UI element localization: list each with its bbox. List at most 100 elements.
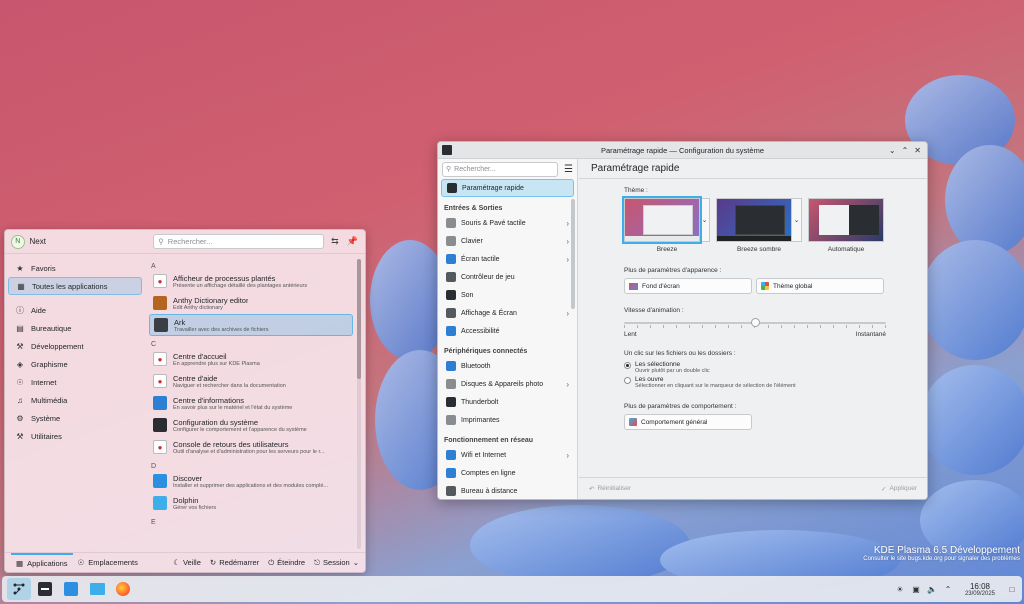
disk-icon	[446, 379, 456, 389]
app-item[interactable]: ● Afficheur de processus plantés Présente …	[149, 270, 353, 292]
app-item[interactable]: Dolphin Gérer vos fichiers	[149, 492, 353, 514]
category-item[interactable]: ⚒ Utilitaires	[8, 427, 142, 445]
sidebar-item[interactable]: Écran tactile ›	[441, 250, 574, 268]
sidebar-item[interactable]: Comptes en ligne	[441, 464, 574, 482]
settings-search-input[interactable]: ⚲ Rechercher...	[442, 161, 559, 177]
launcher-button[interactable]	[7, 578, 31, 600]
shutdown-button[interactable]: ⏻ Éteindre	[268, 558, 305, 568]
sidebar-item[interactable]: Accessibilité	[441, 322, 574, 340]
category-label: Internet	[31, 377, 57, 387]
slider-tick	[715, 325, 717, 328]
sidebar-item-label: Thunderbolt	[461, 398, 499, 406]
wallpaper-button[interactable]: Fond d'écran	[624, 278, 752, 294]
hamburger-menu-icon[interactable]: ☰	[564, 164, 573, 175]
slider-tick	[871, 325, 873, 328]
window-titlebar[interactable]: Paramétrage rapide — Configuration du sy…	[438, 142, 927, 159]
sidebar-item[interactable]: Bureau à distance	[441, 482, 574, 499]
close-icon[interactable]: ✕	[914, 146, 921, 155]
pin-icon[interactable]: 📌	[346, 235, 359, 249]
category-item[interactable]: ☉ Internet	[8, 373, 142, 391]
sidebar-item[interactable]: Affichage & Écran ›	[441, 304, 574, 322]
chevron-down-icon[interactable]: ⌄	[700, 198, 710, 242]
click-option[interactable]: Les sélectionne Ouvrir plutôt par un doub…	[624, 361, 886, 374]
click-option[interactable]: Les ouvre Sélectionner en cliquant sur le…	[624, 376, 886, 389]
sidebar-item[interactable]: Disques & Appareils photo ›	[441, 375, 574, 393]
sidebar-item[interactable]: Bluetooth	[441, 357, 574, 375]
display-icon[interactable]: ▣	[911, 584, 921, 594]
sidebar-item[interactable]: Contrôleur de jeu	[441, 268, 574, 286]
category-item[interactable]: ⓘ Aide	[8, 301, 142, 319]
apply-button[interactable]: ✓ Appliquer	[877, 485, 921, 493]
radio-button[interactable]	[624, 377, 631, 384]
session-button[interactable]: ⎋ Session ⌄	[314, 558, 359, 568]
sidebar-item[interactable]: Clavier ›	[441, 232, 574, 250]
app-name: Console de retours des utilisateurs	[173, 439, 289, 449]
app-description: Configurer le comportement et l'apparenc…	[173, 426, 307, 433]
category-item[interactable]: ◈ Graphisme	[8, 355, 142, 373]
category-label: Système	[31, 413, 61, 423]
animation-speed-slider[interactable]	[624, 318, 886, 328]
chevron-down-icon[interactable]: ⌄	[792, 198, 802, 242]
show-desktop-icon[interactable]: □	[1007, 584, 1017, 594]
restart-label: Redémarrer	[219, 558, 260, 567]
tray-expand-icon[interactable]: ⌃	[943, 584, 953, 594]
theme-preview[interactable]	[716, 198, 792, 242]
sidebar-item[interactable]: Wifi et Internet ›	[441, 446, 574, 464]
settings-search-placeholder: Rechercher...	[454, 165, 496, 173]
maximize-icon[interactable]: ⌃	[902, 146, 909, 155]
category-item[interactable]: ▦ Toutes les applications	[8, 277, 142, 295]
sidebar-item-label: Contrôleur de jeu	[461, 273, 515, 281]
sidebar-item[interactable]: Paramétrage rapide	[441, 179, 574, 197]
configure-icon[interactable]: ⇆	[328, 235, 341, 249]
behavior-label: Plus de paramètres de comportement :	[624, 403, 737, 410]
tab-applications[interactable]: ▦ Applications	[11, 553, 73, 572]
sidebar-scrollbar[interactable]	[571, 199, 575, 309]
app-item[interactable]: ● Centre d'accueil En apprendre plus sur K…	[149, 348, 353, 370]
slider-tick	[702, 325, 704, 328]
task-discover[interactable]	[59, 578, 83, 600]
category-item[interactable]: ⚙ Système	[8, 409, 142, 427]
sleep-button[interactable]: ☾ Veille	[173, 558, 201, 567]
app-description: Installer et supprimer des applications …	[173, 482, 328, 489]
radio-button[interactable]	[624, 362, 631, 369]
task-system-settings[interactable]	[33, 578, 57, 600]
avatar[interactable]: N	[11, 234, 25, 249]
global-theme-button[interactable]: Thème global	[756, 278, 884, 294]
app-item[interactable]: ● Centre d'aide Naviguer et rechercher dan…	[149, 370, 353, 392]
sidebar-item[interactable]: Imprimantes	[441, 411, 574, 429]
category-item[interactable]: ♫ Multimédia	[8, 391, 142, 409]
restart-button[interactable]: ↻ Redémarrer	[210, 558, 259, 567]
slider-handle[interactable]	[751, 318, 760, 327]
app-item[interactable]: Centre d'informations En savoir plus sur …	[149, 392, 353, 414]
task-firefox[interactable]	[111, 578, 135, 600]
minimize-icon[interactable]: ⌄	[889, 146, 896, 155]
category-item[interactable]: ⚒ Développement	[8, 337, 142, 355]
sidebar-item[interactable]: Thunderbolt	[441, 393, 574, 411]
theme-preview[interactable]	[622, 196, 702, 244]
app-item[interactable]: Discover Installer et supprimer des appli…	[149, 470, 353, 492]
category-item[interactable]: ▤ Bureautique	[8, 319, 142, 337]
app-item[interactable]: Configuration du système Configurer le co…	[149, 414, 353, 436]
tab-places[interactable]: ☉ Emplacements	[73, 553, 143, 572]
app-item[interactable]: Anthy Dictionary editor Edit Anthy dictio…	[149, 292, 353, 314]
sidebar-item[interactable]: Son	[441, 286, 574, 304]
volume-icon[interactable]: 🔈	[927, 584, 937, 594]
theme-card[interactable]: Automatique	[808, 198, 884, 253]
app-list-scrollbar[interactable]	[357, 259, 361, 549]
general-behavior-button[interactable]: Comportement général	[624, 414, 752, 430]
app-item[interactable]: Ark Travailler avec des archives de fichi…	[149, 314, 353, 336]
theme-preview[interactable]	[808, 198, 884, 242]
theme-card[interactable]: ⌄ Breeze	[622, 196, 710, 253]
discover-icon	[64, 582, 78, 596]
sidebar-item[interactable]: Souris & Pavé tactile ›	[441, 214, 574, 232]
category-item[interactable]: ★ Favoris	[8, 259, 142, 277]
digital-clock[interactable]: 16:08 23/09/2025	[965, 582, 995, 597]
reset-button[interactable]: ↶ Réinitialiser	[585, 485, 635, 493]
quick-settings-icon	[447, 183, 457, 193]
task-dolphin[interactable]	[85, 578, 109, 600]
brightness-icon[interactable]: ☀	[895, 584, 905, 594]
theme-card[interactable]: ⌄ Breeze sombre	[716, 198, 802, 253]
sidebar-item-label: Son	[461, 291, 474, 299]
app-item[interactable]: ● Console de retours des utilisateurs Outi…	[149, 436, 353, 458]
search-input[interactable]: ⚲ Rechercher...	[153, 234, 325, 249]
